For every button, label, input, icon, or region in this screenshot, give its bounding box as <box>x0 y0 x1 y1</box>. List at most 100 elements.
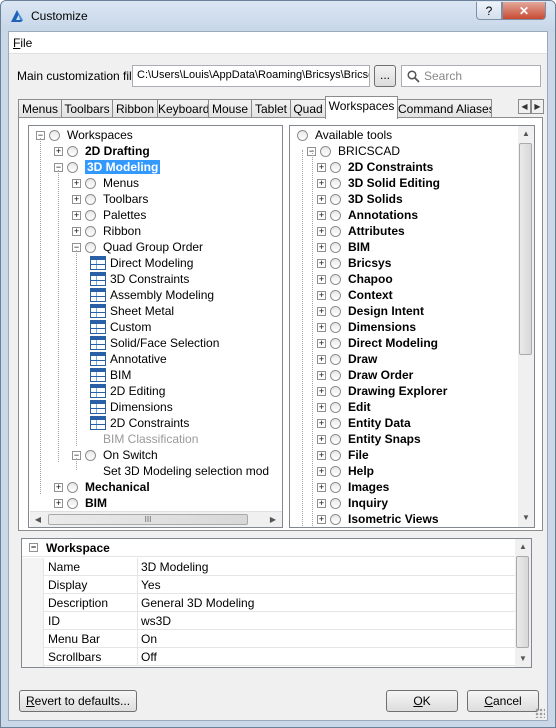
tab-menus[interactable]: Menus <box>18 99 62 118</box>
expand-icon[interactable]: + <box>317 338 326 348</box>
property-value[interactable]: General 3D Modeling <box>141 596 254 610</box>
tools-tree-node[interactable]: + Chapoo <box>317 271 393 287</box>
expand-icon[interactable]: + <box>54 482 63 492</box>
search-box[interactable] <box>401 65 541 87</box>
workspace-tree-node[interactable]: 2D Editing <box>90 383 165 399</box>
workspace-tree-node[interactable]: + Ribbon <box>72 223 141 239</box>
tools-tree-node[interactable]: + Help <box>317 463 374 479</box>
tools-tree-node[interactable]: + File <box>317 447 369 463</box>
tools-tree-node[interactable]: + Drawing Explorer <box>317 383 447 399</box>
tools-tree-node[interactable]: + Annotations <box>317 207 418 223</box>
expand-icon[interactable]: + <box>317 482 326 492</box>
expand-icon[interactable]: + <box>317 178 326 188</box>
cancel-button[interactable]: Cancel <box>467 690 539 712</box>
workspace-tree-node[interactable]: Dimensions <box>90 399 173 415</box>
expand-icon[interactable]: + <box>72 178 81 188</box>
tools-tree-node[interactable]: + BIM <box>317 239 370 255</box>
property-value[interactable]: Yes <box>141 578 161 592</box>
workspace-tree-node[interactable]: Set 3D Modeling selection mod <box>90 463 269 479</box>
expand-icon[interactable]: + <box>317 402 326 412</box>
close-button[interactable]: ✕ <box>502 2 546 20</box>
workspace-tree-node[interactable]: − On Switch <box>72 447 158 463</box>
expand-icon[interactable]: + <box>317 450 326 460</box>
tools-tree-node[interactable]: +2D Constraints <box>317 159 433 175</box>
property-row[interactable]: Description General 3D Modeling <box>44 594 516 612</box>
expand-icon[interactable]: + <box>317 370 326 380</box>
revert-to-defaults-button[interactable]: Revert to defaults... <box>19 690 137 712</box>
tools-tree-vscrollbar[interactable]: ▲ ▼ <box>518 126 534 527</box>
tools-tree-node[interactable]: Available tools <box>297 127 392 143</box>
expand-icon[interactable]: + <box>317 210 326 220</box>
expand-icon[interactable]: + <box>317 514 326 524</box>
main-file-path[interactable]: C:\Users\Louis\AppData\Roaming\Bricsys\B… <box>132 65 370 87</box>
property-row[interactable]: Menu Bar On <box>44 630 516 648</box>
tools-tree-node[interactable]: + Bricsys <box>317 255 391 271</box>
expand-icon[interactable]: + <box>317 498 326 508</box>
workspace-tree-node[interactable]: Direct Modeling <box>90 255 193 271</box>
workspace-tree-node[interactable]: + BIM <box>54 495 107 511</box>
tools-tree-node[interactable]: +3D Solid Editing <box>317 175 440 191</box>
expand-icon[interactable]: + <box>317 242 326 252</box>
property-row[interactable]: Name 3D Modeling <box>44 558 516 576</box>
property-row[interactable]: ID ws3D <box>44 612 516 630</box>
hscroll-thumb[interactable]: III <box>48 514 248 525</box>
tools-tree-node[interactable]: + Attributes <box>317 223 405 239</box>
workspace-tree-node[interactable]: 3D Constraints <box>90 271 189 287</box>
tools-tree-node[interactable]: − BRICSCAD <box>307 143 400 159</box>
expand-icon[interactable]: + <box>317 258 326 268</box>
expand-icon[interactable]: + <box>317 434 326 444</box>
expand-icon[interactable]: + <box>317 194 326 204</box>
tools-tree-node[interactable]: + Isometric Views <box>317 511 439 527</box>
workspace-tree-node[interactable]: + Toolbars <box>72 191 148 207</box>
scroll-up-arrow-icon[interactable]: ▲ <box>515 539 531 555</box>
tools-tree-node[interactable]: + Draw <box>317 351 377 367</box>
expand-icon[interactable]: + <box>72 210 81 220</box>
property-value[interactable]: On <box>141 632 157 646</box>
tab-mouse[interactable]: Mouse <box>208 99 252 118</box>
search-input[interactable] <box>424 68 534 84</box>
tools-tree-node[interactable]: + Dimensions <box>317 319 416 335</box>
expand-icon[interactable]: + <box>317 354 326 364</box>
workspace-tree-node[interactable]: + Palettes <box>72 207 146 223</box>
scroll-down-arrow-icon[interactable]: ▼ <box>515 651 531 667</box>
expand-icon[interactable]: + <box>72 226 81 236</box>
tab-ribbon[interactable]: Ribbon <box>112 99 158 118</box>
scroll-right-arrow-icon[interactable]: ▶ <box>265 512 281 527</box>
property-row[interactable]: Scrollbars Off <box>44 648 516 666</box>
tab-quad[interactable]: Quad <box>290 99 326 118</box>
expand-icon[interactable]: + <box>317 386 326 396</box>
property-value[interactable]: 3D Modeling <box>141 560 208 574</box>
workspace-tree-node[interactable]: −3D Modeling <box>54 159 161 175</box>
property-value[interactable]: ws3D <box>141 614 171 628</box>
help-button[interactable]: ? <box>476 2 502 20</box>
tools-tree-node[interactable]: + Images <box>317 479 389 495</box>
workspace-tree-node[interactable]: Custom <box>90 319 151 335</box>
workspace-tree-node[interactable]: Sheet Metal <box>90 303 174 319</box>
menu-file[interactable]: File <box>13 36 32 50</box>
tools-tree-node[interactable]: +3D Solids <box>317 191 403 207</box>
workspace-tree-node[interactable]: Assembly Modeling <box>90 287 214 303</box>
tools-tree-node[interactable]: + Entity Snaps <box>317 431 421 447</box>
resize-grip-icon[interactable] <box>535 708 545 718</box>
vscroll-thumb[interactable] <box>516 556 529 648</box>
tab-toolbars[interactable]: Toolbars <box>61 99 113 118</box>
tab-command-aliases[interactable]: Command Aliases <box>397 99 492 118</box>
tools-tree-node[interactable]: + Edit <box>317 399 371 415</box>
tools-tree-node[interactable]: + Draw Order <box>317 367 413 383</box>
tab-scroll-right-icon[interactable]: ▶ <box>531 99 544 114</box>
title-bar[interactable]: Customize ? ✕ <box>1 1 555 31</box>
property-value[interactable]: Off <box>141 650 157 664</box>
workspace-tree-node[interactable]: Annotative <box>90 351 167 367</box>
tools-tree-node[interactable]: + Context <box>317 287 393 303</box>
scroll-left-arrow-icon[interactable]: ◀ <box>30 512 46 527</box>
workspace-tree-node[interactable]: + Menus <box>72 175 139 191</box>
tools-tree-node[interactable]: + Direct Modeling <box>317 335 438 351</box>
expand-icon[interactable]: + <box>54 498 63 508</box>
expand-icon[interactable]: + <box>317 162 326 172</box>
scroll-up-arrow-icon[interactable]: ▲ <box>518 126 534 142</box>
scroll-down-arrow-icon[interactable]: ▼ <box>518 510 534 526</box>
expand-icon[interactable]: + <box>72 194 81 204</box>
tools-tree-node[interactable]: + Entity Data <box>317 415 411 431</box>
tab-scroll-left-icon[interactable]: ◀ <box>518 99 531 114</box>
expand-icon[interactable]: + <box>317 274 326 284</box>
